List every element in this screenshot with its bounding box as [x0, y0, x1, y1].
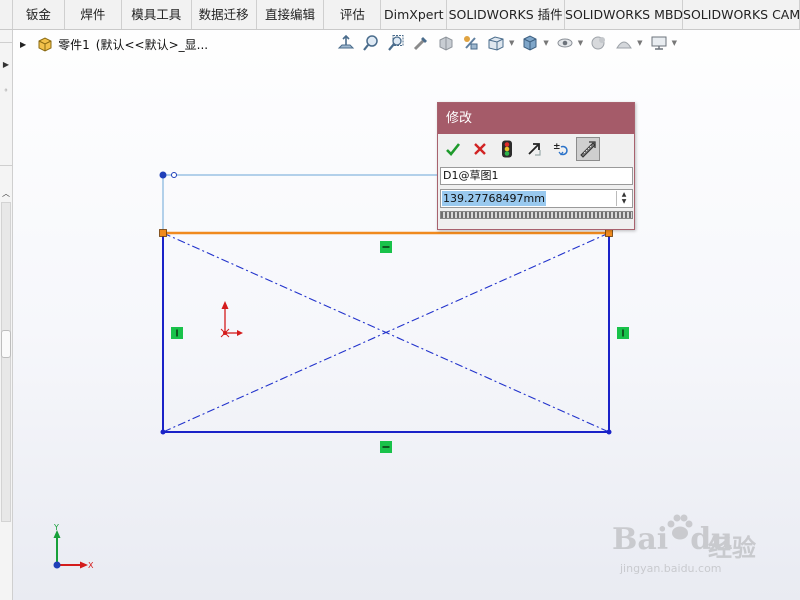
modify-dimension-dialog: 修改 ± D1@草图1 139.27768497mm ▲ ▼	[437, 102, 635, 230]
plus-minus-icon: ±	[553, 142, 568, 156]
horizontal-relation-icon[interactable]	[380, 241, 392, 253]
traffic-light-icon	[502, 140, 512, 158]
vertical-relation-icon[interactable]	[171, 327, 183, 339]
corner-point-bottom-right[interactable]	[606, 429, 612, 435]
cancel-button[interactable]	[468, 137, 492, 161]
dimension-arrow-handle[interactable]	[159, 171, 167, 179]
dimension-drag-handle[interactable]	[171, 172, 177, 178]
check-icon	[446, 143, 461, 156]
svg-text:±: ±	[553, 142, 561, 152]
reference-triad-icon[interactable]: Y X	[53, 523, 94, 570]
thumbwheel-slider[interactable]	[440, 211, 633, 219]
vertical-relation-icon[interactable]	[617, 327, 629, 339]
graphics-area[interactable]: Y X	[0, 0, 800, 600]
rebuild-button[interactable]	[495, 137, 519, 161]
spin-down-icon[interactable]: ▼	[617, 198, 631, 205]
watermark-cn-text: 经验	[708, 534, 756, 562]
dimension-name-field[interactable]: D1@草图1	[440, 167, 633, 185]
paw-logo-icon	[667, 514, 693, 540]
corner-point-top-right[interactable]	[605, 229, 613, 237]
sketch-origin-icon[interactable]	[220, 301, 243, 338]
corner-point-top-left[interactable]	[159, 229, 167, 237]
close-icon	[474, 143, 486, 155]
magnet-ruler-icon	[580, 141, 596, 158]
dialog-button-row: ±	[441, 137, 603, 163]
mark-for-drawing-button[interactable]: ±	[549, 137, 573, 161]
triad-x-label: X	[88, 561, 94, 570]
dialog-title[interactable]: 修改	[438, 103, 634, 134]
watermark-url: jingyan.baidu.com	[620, 562, 722, 575]
dimension-value-text[interactable]: 139.27768497mm	[442, 191, 546, 206]
ok-button[interactable]	[441, 137, 465, 161]
triad-y-label: Y	[53, 523, 59, 532]
horizontal-relation-icon[interactable]	[380, 441, 392, 453]
spin-up-icon[interactable]: ▲	[617, 191, 631, 198]
watermark: Bai du 经验 jingyan.baidu.com	[612, 512, 792, 582]
corner-point-bottom-left[interactable]	[160, 429, 166, 435]
reverse-dimension-button[interactable]	[522, 137, 546, 161]
value-spinner[interactable]: ▲ ▼	[616, 191, 631, 206]
arrow-up-right-icon	[528, 143, 541, 156]
dimension-value-input[interactable]: 139.27768497mm ▲ ▼	[440, 189, 633, 208]
magnet-dimension-button[interactable]	[576, 137, 600, 161]
